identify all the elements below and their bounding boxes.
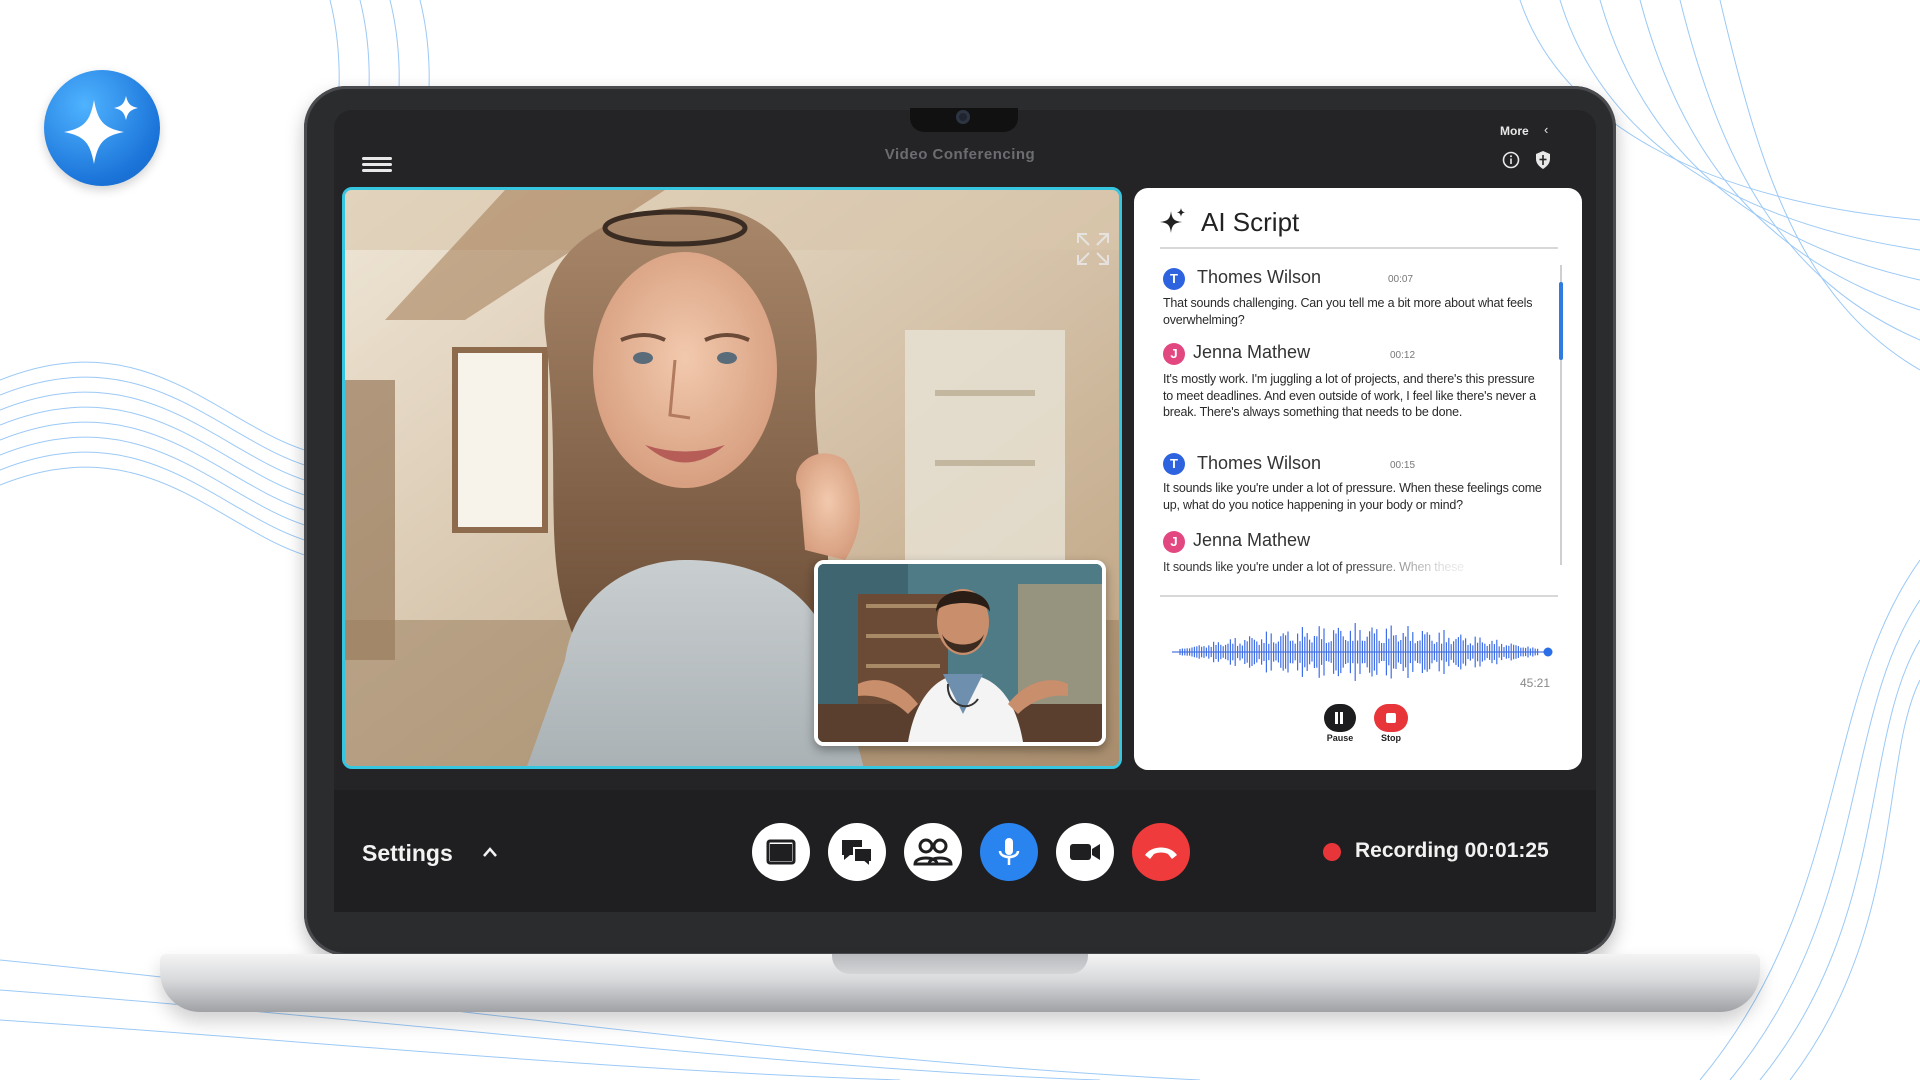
chevron-up-icon[interactable] xyxy=(482,846,498,858)
transcript-scroll-thumb[interactable] xyxy=(1559,282,1563,360)
avatar: J xyxy=(1163,343,1185,365)
message-text: It sounds like you're under a lot of pre… xyxy=(1163,481,1542,512)
avatar: T xyxy=(1163,453,1185,475)
screen-share-icon xyxy=(766,839,796,865)
speaker-name: Thomes Wilson xyxy=(1197,453,1322,473)
more-menu-label[interactable]: More xyxy=(1500,124,1529,138)
recording-indicator xyxy=(1323,843,1341,861)
self-view-video[interactable] xyxy=(814,560,1106,746)
ai-script-divider xyxy=(1160,247,1558,249)
expand-icon[interactable] xyxy=(1076,232,1110,266)
message-timestamp: 00:12 xyxy=(1390,350,1416,361)
waveform-divider xyxy=(1160,595,1558,597)
participants-icon xyxy=(913,838,953,866)
stop-button[interactable] xyxy=(1374,704,1408,732)
hamburger-menu-icon[interactable] xyxy=(362,157,392,173)
brand-logo xyxy=(44,70,160,186)
pause-label: Pause xyxy=(1326,733,1354,743)
chat-button[interactable] xyxy=(828,823,886,881)
speaker-name: Thomes Wilson xyxy=(1197,267,1322,287)
message-text: It's mostly work. I'm juggling a lot of … xyxy=(1163,372,1536,419)
laptop-base-groove xyxy=(832,954,1088,974)
microphone-button[interactable] xyxy=(980,823,1038,881)
stop-icon xyxy=(1386,713,1396,723)
avatar: J xyxy=(1163,531,1185,553)
camera-button[interactable] xyxy=(1056,823,1114,881)
avatar: T xyxy=(1163,268,1185,290)
audio-waveform[interactable] xyxy=(1172,620,1556,684)
message-text: That sounds challenging. Can you tell me… xyxy=(1163,296,1533,327)
ai-script-title: AI Script xyxy=(1201,207,1300,237)
waveform-playhead[interactable] xyxy=(1543,647,1553,657)
pause-icon xyxy=(1335,712,1345,724)
app-title: Video Conferencing xyxy=(884,146,1036,163)
shield-icon[interactable] xyxy=(1534,150,1552,170)
stop-label: Stop xyxy=(1381,733,1401,743)
sparkle-icon xyxy=(1160,208,1185,233)
participants-button[interactable] xyxy=(904,823,962,881)
speaker-name: Jenna Mathew xyxy=(1193,530,1311,550)
microphone-icon xyxy=(998,838,1020,865)
message-text: It sounds like you're under a lot of pre… xyxy=(1163,559,1493,576)
settings-button[interactable]: Settings xyxy=(362,840,453,867)
end-call-icon xyxy=(1145,847,1177,859)
pause-button[interactable] xyxy=(1324,704,1356,732)
speaker-name: Jenna Mathew xyxy=(1193,342,1311,362)
end-call-button[interactable] xyxy=(1132,823,1190,881)
message-timestamp: 00:15 xyxy=(1390,460,1416,471)
chevron-left-icon[interactable]: ‹ xyxy=(1544,122,1548,137)
audio-timestamp: 45:21 xyxy=(1520,676,1551,690)
chat-icon xyxy=(842,840,873,870)
webcam-lens xyxy=(956,110,970,124)
camera-icon xyxy=(1070,844,1100,860)
doctor-video-frame xyxy=(818,564,1102,742)
sparkle-icon xyxy=(64,96,138,164)
recording-timer: Recording 00:01:25 xyxy=(1355,839,1549,862)
screen-share-button[interactable] xyxy=(752,823,810,881)
message-timestamp: 00:07 xyxy=(1388,274,1414,285)
info-icon[interactable] xyxy=(1502,151,1520,169)
